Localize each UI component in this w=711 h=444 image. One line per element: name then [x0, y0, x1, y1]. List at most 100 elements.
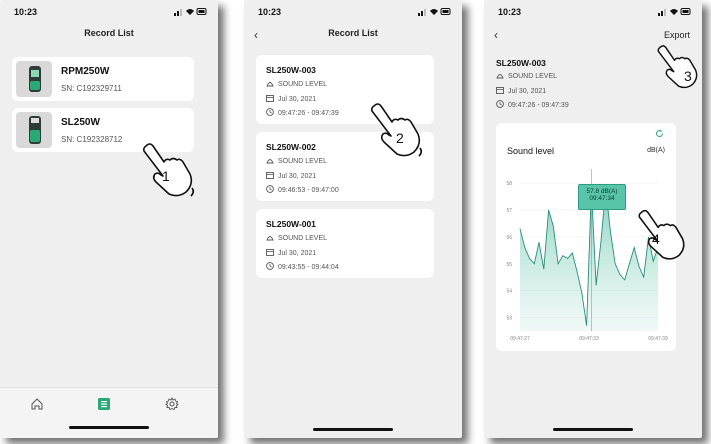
record-name: SL250W-003 — [266, 65, 316, 75]
tap-hand-icon: 1 — [136, 138, 198, 200]
device-image — [16, 112, 52, 148]
data-point — [538, 241, 540, 243]
y-tick-label: 54 — [506, 289, 512, 295]
phone-screen-device-list: 10:23 Record List RPM250W SN: C192329711… — [0, 0, 218, 438]
step-number: 1 — [162, 168, 170, 184]
device-card-rpm250w[interactable]: RPM250W SN: C192329711 — [12, 57, 194, 101]
sound-meter-icon — [266, 236, 274, 241]
data-point — [524, 247, 526, 248]
record-name: SL250W-001 — [266, 219, 316, 229]
data-point — [600, 241, 602, 243]
record-card[interactable]: SL250W-001 SOUND LEVEL Jul 30, 2021 09:4… — [256, 209, 434, 278]
sound-meter-icon — [266, 159, 274, 164]
record-time: 09:46:53 - 09:47:00 — [278, 187, 339, 194]
x-tick-label: 09:47:27 — [510, 336, 530, 342]
data-point — [595, 285, 597, 286]
tooltip-value: 57.8 dB(A) — [586, 188, 618, 195]
status-bar: 10:23 — [484, 0, 702, 22]
sound-meter-icon — [496, 74, 504, 79]
status-icons — [174, 8, 207, 16]
tap-hand-icon: 3 — [652, 38, 702, 94]
data-point — [619, 274, 621, 275]
status-time: 10:23 — [498, 7, 522, 17]
status-icons — [658, 8, 691, 16]
data-point — [548, 209, 549, 211]
clock-icon — [496, 100, 504, 108]
data-point — [567, 258, 568, 259]
record-time: 09:43:55 - 09:44:04 — [278, 264, 339, 271]
step-number: 4 — [652, 231, 660, 247]
data-point — [543, 268, 545, 270]
x-tick-label: 09:47:33 — [579, 336, 599, 342]
page-title: Record List — [84, 28, 134, 38]
device-name: SL250W — [61, 117, 100, 128]
status-bar: 10:23 — [0, 0, 218, 22]
data-point — [529, 258, 530, 259]
record-type: SOUND LEVEL — [508, 73, 558, 80]
clock-icon — [266, 185, 274, 193]
data-point — [638, 266, 640, 267]
x-tick-label: 09:47:39 — [648, 336, 668, 342]
data-point — [643, 276, 644, 278]
tooltip-time: 09:47:34 — [589, 195, 615, 202]
data-point — [624, 279, 625, 281]
y-tick-label: 53 — [506, 316, 512, 322]
status-icons — [418, 8, 451, 16]
y-tick-label: 55 — [506, 262, 512, 268]
data-point — [553, 225, 554, 227]
y-tick-label: 57 — [506, 208, 512, 214]
phone-screen-record-detail: 10:23 ‹ Export SL250W-003 SOUND LEVEL Ju… — [484, 0, 702, 438]
page-title: Record List — [328, 28, 378, 38]
device-serial: SN: C192329711 — [61, 84, 122, 93]
step-number: 3 — [684, 68, 692, 84]
record-time: 09:47:26 - 09:47:39 — [278, 110, 339, 117]
record-type: SOUND LEVEL — [278, 158, 328, 165]
phone-screen-record-list: 10:23 ‹ Record List SL250W-003 SOUND LEV… — [244, 0, 462, 438]
clock-icon — [266, 108, 274, 116]
data-point — [629, 263, 630, 265]
home-indicator — [553, 428, 633, 431]
gear-icon[interactable] — [165, 397, 179, 411]
home-icon[interactable] — [30, 397, 44, 411]
back-chevron-icon[interactable]: ‹ — [494, 28, 498, 42]
record-date: Jul 30, 2021 — [508, 88, 547, 95]
y-tick-label: 56 — [506, 235, 512, 241]
data-point — [610, 231, 611, 232]
device-serial: SN: C192328712 — [61, 135, 123, 144]
data-point — [576, 271, 578, 273]
data-point — [519, 228, 521, 230]
record-time: 09:47:26 - 09:47:39 — [508, 102, 569, 109]
step-number: 2 — [396, 130, 404, 146]
device-name: RPM250W — [61, 66, 110, 77]
y-tick-label: 58 — [506, 181, 512, 187]
clock-icon — [266, 262, 274, 270]
record-date: Jul 30, 2021 — [278, 250, 317, 257]
list-icon[interactable] — [97, 397, 111, 411]
bottom-nav — [0, 387, 218, 438]
record-type: SOUND LEVEL — [278, 81, 328, 88]
device-image — [16, 61, 52, 97]
calendar-icon — [496, 87, 504, 94]
record-type: SOUND LEVEL — [278, 235, 328, 242]
record-name: SL250W-002 — [266, 142, 316, 152]
record-date: Jul 30, 2021 — [278, 96, 317, 103]
calendar-icon — [266, 95, 274, 102]
home-indicator — [69, 426, 149, 429]
calendar-icon — [266, 249, 274, 256]
data-point — [562, 255, 564, 256]
tap-hand-icon: 2 — [364, 98, 426, 160]
status-bar: 10:23 — [244, 0, 462, 22]
data-point — [557, 263, 559, 265]
data-point — [586, 325, 587, 326]
tap-hand-icon: 4 — [632, 205, 690, 263]
status-time: 10:23 — [258, 7, 282, 17]
sound-meter-icon — [266, 82, 274, 87]
record-date: Jul 30, 2021 — [278, 173, 317, 180]
home-indicator — [313, 428, 393, 431]
data-point — [534, 263, 535, 265]
data-point — [614, 263, 616, 265]
calendar-icon — [266, 172, 274, 179]
chart-tooltip: 57.8 dB(A) 09:47:34 — [578, 184, 626, 210]
record-name: SL250W-003 — [496, 58, 546, 68]
data-point — [581, 293, 583, 294]
